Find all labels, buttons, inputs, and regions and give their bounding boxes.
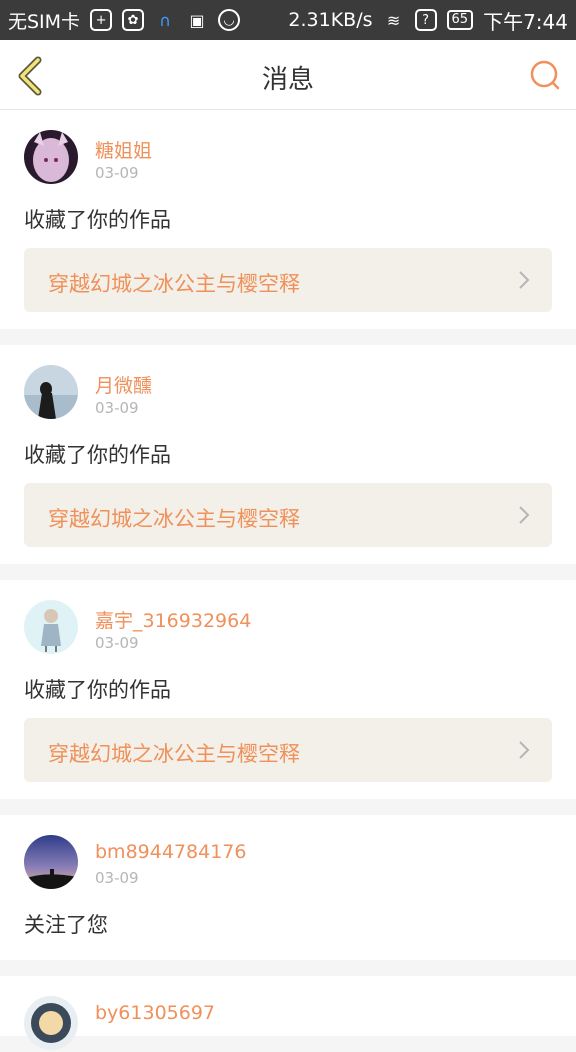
message-card: by61305697 bbox=[0, 976, 576, 1050]
search-button[interactable] bbox=[528, 58, 562, 92]
message-date: 03-09 bbox=[95, 399, 139, 417]
work-link[interactable]: 穿越幻城之冰公主与樱空释 bbox=[24, 248, 552, 312]
battery-icon: 65 bbox=[446, 10, 474, 30]
action-text: 收藏了你的作品 bbox=[24, 678, 171, 702]
message-card: bm8944784176 03-09 关注了您 bbox=[0, 815, 576, 960]
add-notification-icon: + bbox=[90, 9, 113, 31]
work-link[interactable]: 穿越幻城之冰公主与樱空释 bbox=[24, 718, 552, 782]
chevron-right-icon bbox=[519, 271, 530, 289]
avatar[interactable] bbox=[24, 600, 78, 654]
username[interactable]: bm8944784176 bbox=[95, 841, 246, 863]
mascot-icon: ◡ bbox=[218, 9, 241, 31]
avatar[interactable] bbox=[24, 835, 78, 889]
paw-app-icon: ✿ bbox=[122, 9, 145, 31]
wifi-icon: ≋ bbox=[386, 10, 401, 30]
work-title: 穿越幻城之冰公主与樱空释 bbox=[48, 272, 300, 296]
network-speed: 2.31KB/s bbox=[288, 9, 373, 31]
username[interactable]: 月微醺 bbox=[95, 371, 152, 398]
message-date: 03-09 bbox=[95, 869, 139, 887]
status-bar: 无SIM卡 + ✿ ∩ ▣ ◡ 2.31KB/s ≋ ? 65 下午7:44 bbox=[0, 0, 576, 40]
message-date: 03-09 bbox=[95, 634, 139, 652]
chevron-right-icon bbox=[519, 741, 530, 759]
page-header: 消息 bbox=[0, 40, 576, 110]
username[interactable]: 糖姐姐 bbox=[95, 136, 152, 163]
action-text: 收藏了你的作品 bbox=[24, 208, 171, 232]
headset-icon: ∩ bbox=[159, 10, 171, 30]
message-card: 月微醺 03-09 收藏了你的作品 穿越幻城之冰公主与樱空释 bbox=[0, 345, 576, 564]
work-link[interactable]: 穿越幻城之冰公主与樱空释 bbox=[24, 483, 552, 547]
search-icon bbox=[530, 60, 560, 90]
clock: 下午7:44 bbox=[483, 9, 568, 34]
avatar[interactable] bbox=[24, 130, 78, 184]
chevron-right-icon bbox=[519, 506, 530, 524]
message-date: 03-09 bbox=[95, 164, 139, 182]
action-text: 收藏了你的作品 bbox=[24, 443, 171, 467]
page-title: 消息 bbox=[261, 65, 314, 95]
no-sim-icon: ? bbox=[414, 9, 437, 31]
action-text: 关注了您 bbox=[24, 913, 108, 937]
carrier-text: 无SIM卡 bbox=[8, 10, 81, 33]
username[interactable]: 嘉宇_316932964 bbox=[95, 606, 251, 633]
username[interactable]: by61305697 bbox=[95, 1002, 215, 1024]
avatar[interactable] bbox=[24, 996, 78, 1050]
work-title: 穿越幻城之冰公主与樱空释 bbox=[48, 507, 300, 531]
avatar[interactable] bbox=[24, 365, 78, 419]
work-title: 穿越幻城之冰公主与樱空释 bbox=[48, 742, 300, 766]
image-icon: ▣ bbox=[189, 10, 205, 30]
message-list: 糖姐姐 03-09 收藏了你的作品 穿越幻城之冰公主与樱空释 月微醺 03-09… bbox=[0, 110, 576, 1052]
message-card: 嘉宇_316932964 03-09 收藏了你的作品 穿越幻城之冰公主与樱空释 bbox=[0, 580, 576, 799]
message-card: 糖姐姐 03-09 收藏了你的作品 穿越幻城之冰公主与樱空释 bbox=[0, 110, 576, 329]
